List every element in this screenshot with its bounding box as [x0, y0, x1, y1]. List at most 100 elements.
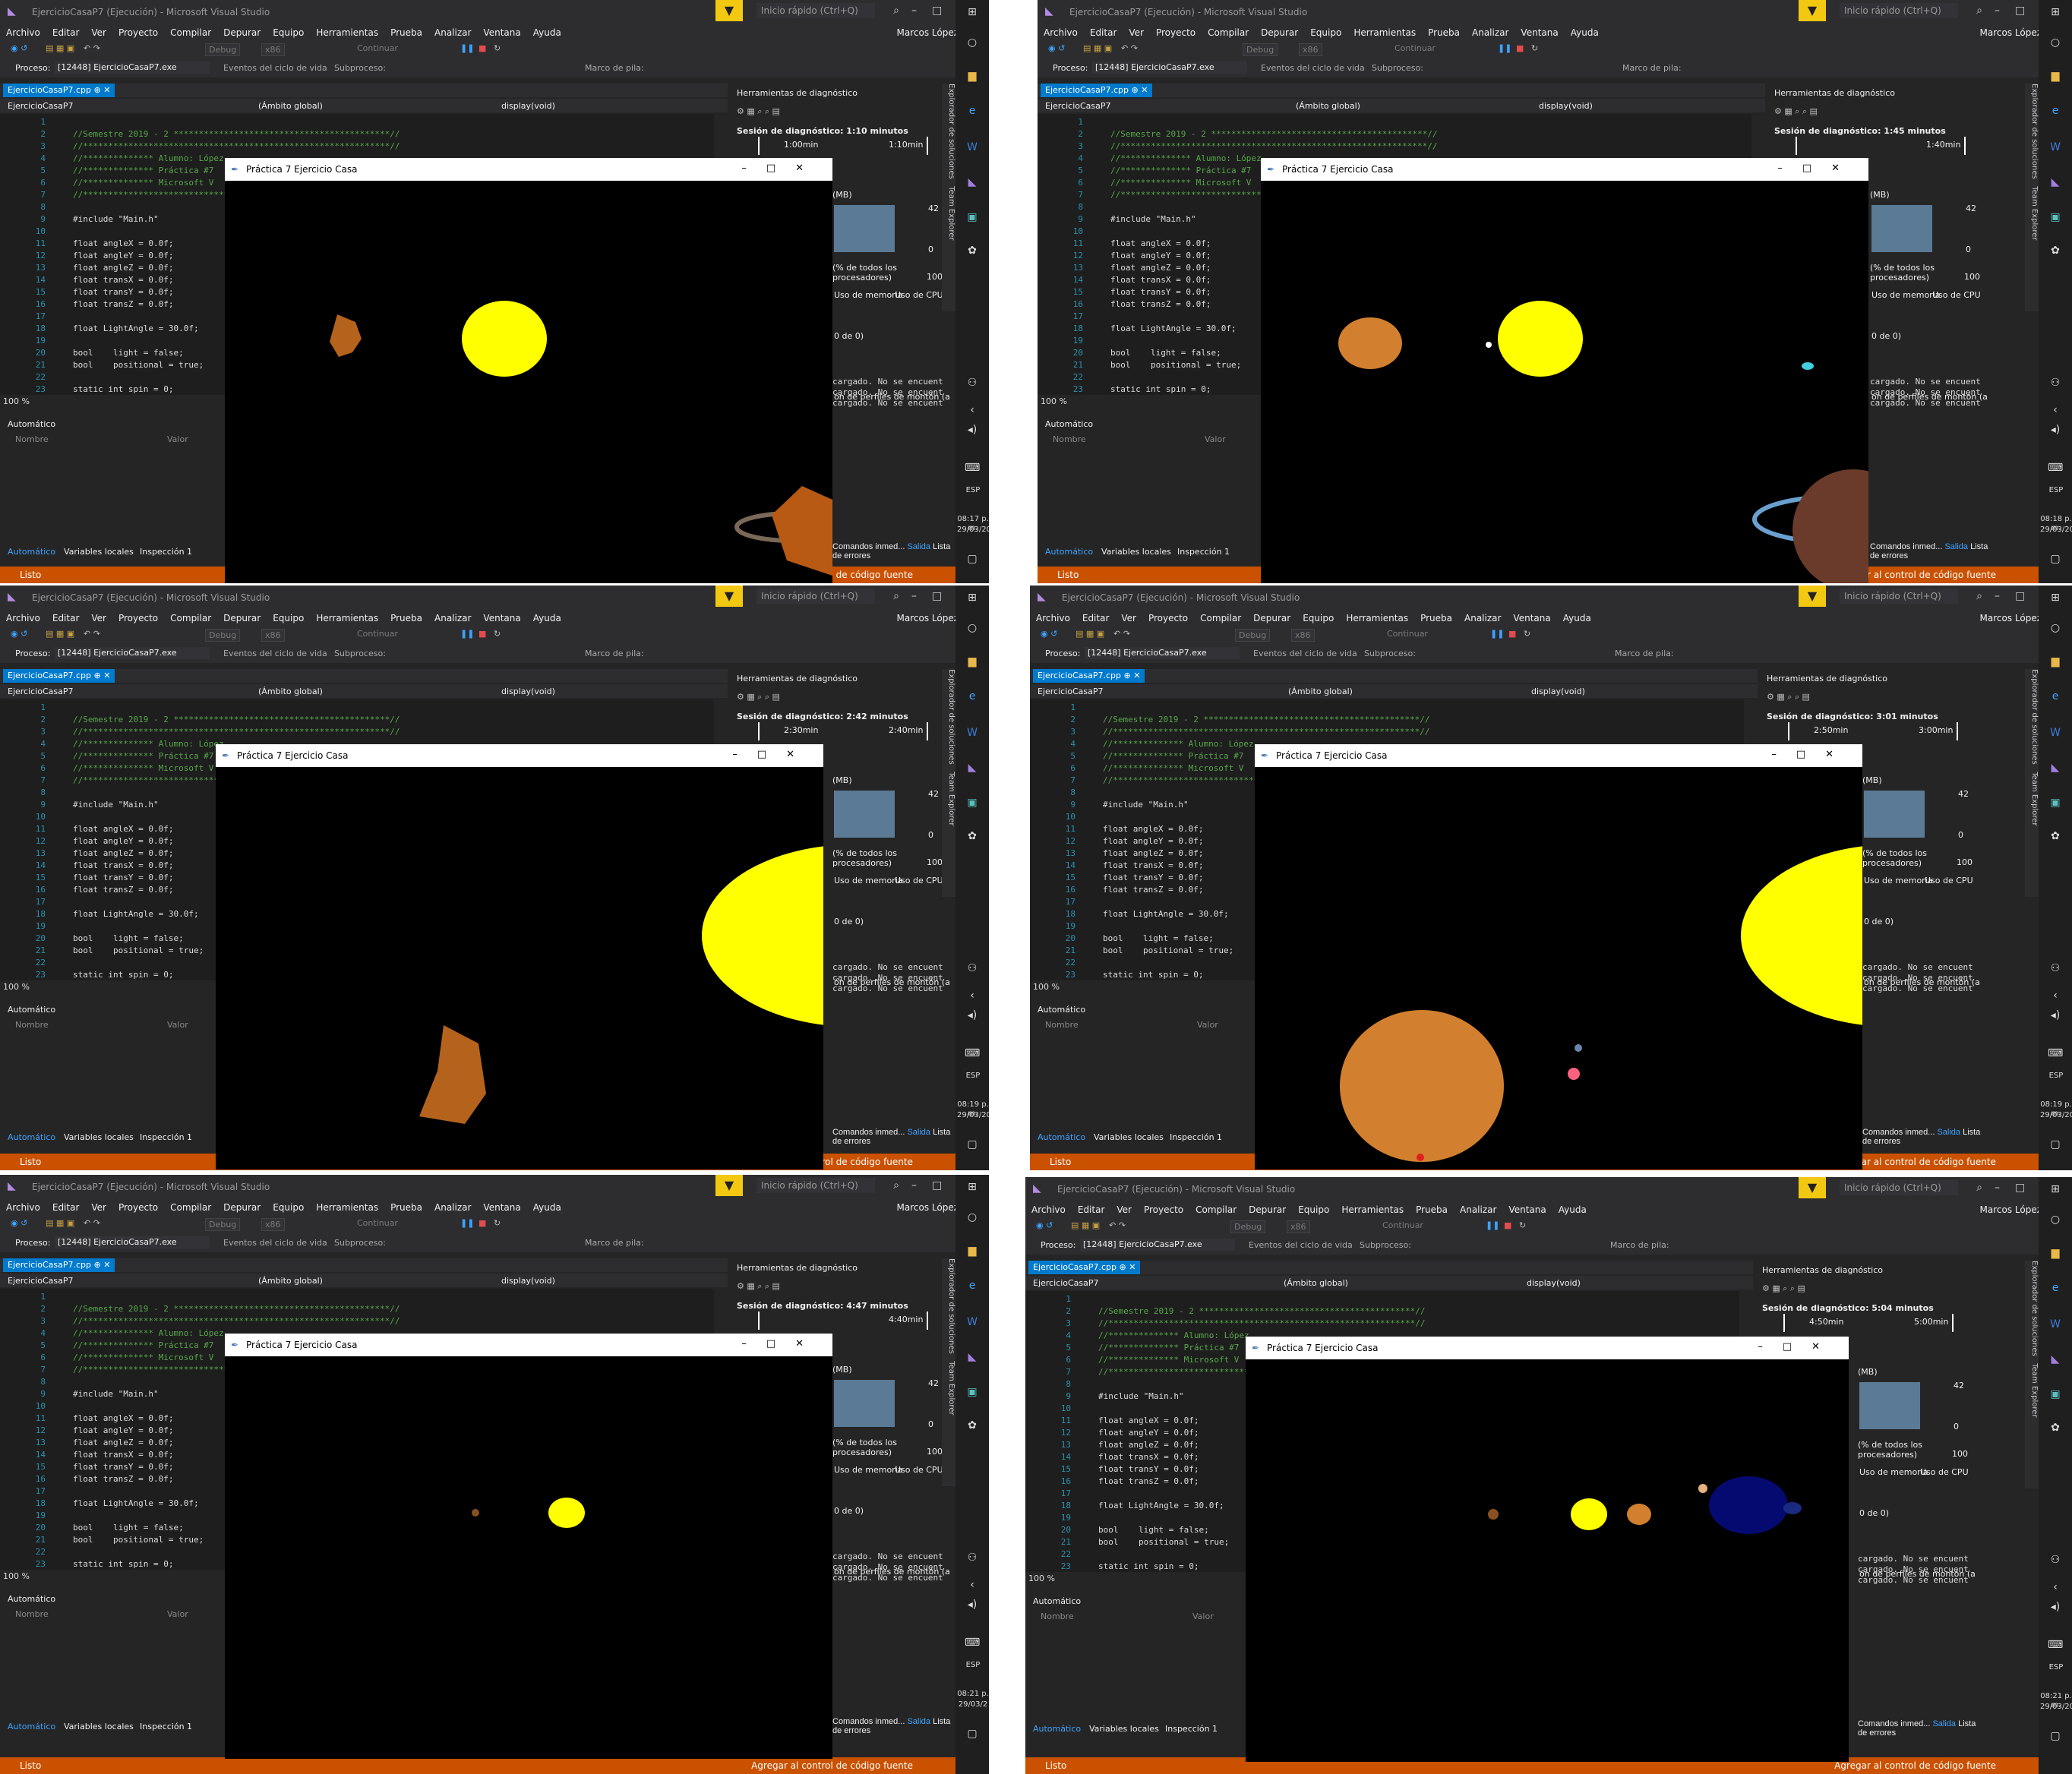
project-dropdown[interactable]: EjercicioCasaP7 — [1045, 101, 1111, 111]
undo-icon[interactable]: ↶ ↷ — [84, 629, 100, 639]
quick-launch-input[interactable]: Inicio rápido (Ctrl+Q) — [1840, 3, 1958, 18]
pause-icon[interactable]: ❚❚ — [1486, 1220, 1499, 1230]
pause-icon[interactable]: ❚❚ — [460, 1218, 474, 1228]
function-dropdown[interactable]: display(void) — [501, 101, 555, 111]
diagnostic-toolbar-icons[interactable]: ⚙ ▦ ⌕ ⌕ ▤ — [737, 106, 780, 117]
open-file-icon[interactable]: ▤ ▦ ▣ — [1071, 1220, 1100, 1230]
tab-immediate[interactable]: Comandos inmed... — [1862, 1128, 1935, 1137]
code-line[interactable]: float angleZ = 0.0f; — [1110, 263, 1211, 273]
word-icon[interactable]: W — [2048, 725, 2063, 740]
code-line[interactable]: //************** Práctica #7 — [1110, 166, 1251, 175]
code-line[interactable]: static int spin = 0; — [73, 1559, 173, 1569]
menu-item[interactable]: Compilar — [164, 24, 217, 41]
menu-item[interactable]: Ayuda — [1552, 1201, 1593, 1218]
edge-icon[interactable]: e — [2048, 689, 2063, 704]
open-file-icon[interactable]: ▤ ▦ ▣ — [46, 629, 74, 639]
source-control-button[interactable]: Agregar al control de código fuente — [1834, 1760, 1996, 1771]
user-name[interactable]: Marcos López — [1980, 27, 2042, 38]
lifecycle-events-dropdown[interactable]: Eventos del ciclo de vida — [1261, 63, 1365, 73]
opengl-window[interactable]: ✒ Práctica 7 Ejercicio Casa –□✕ — [216, 744, 823, 1170]
project-dropdown[interactable]: EjercicioCasaP7 — [1033, 1278, 1099, 1288]
lifecycle-events-dropdown[interactable]: Eventos del ciclo de vida — [223, 649, 327, 658]
menu-item[interactable]: Prueba — [384, 610, 428, 627]
code-line[interactable]: #include "Main.h" — [1103, 800, 1189, 810]
undo-icon[interactable]: ↶ ↷ — [84, 43, 100, 53]
keyboard-icon[interactable]: ⌨ — [2048, 1046, 2063, 1061]
volume-icon[interactable]: ◂) — [965, 1008, 980, 1023]
continue-button[interactable]: Continuar — [1382, 1220, 1423, 1230]
language-indicator[interactable]: ESP — [957, 486, 989, 495]
windows-start-icon[interactable]: ⊞ — [965, 590, 980, 605]
code-line[interactable]: //************** Microsoft V — [1103, 763, 1243, 773]
code-line[interactable]: //************** Práctica #7 — [1098, 1343, 1239, 1353]
code-line[interactable]: //**************************************… — [1098, 1318, 1425, 1328]
menu-item[interactable]: Proyecto — [1142, 610, 1194, 627]
code-line[interactable]: //**************************************… — [73, 141, 400, 151]
tab-output[interactable]: Salida — [907, 1717, 930, 1726]
code-line[interactable]: //************** Alumno: López — [1098, 1330, 1249, 1340]
code-line[interactable]: bool positional = true; — [1098, 1537, 1229, 1547]
lifecycle-events-dropdown[interactable]: Eventos del ciclo de vida — [1249, 1240, 1353, 1250]
project-dropdown[interactable]: EjercicioCasaP7 — [8, 687, 74, 696]
code-line[interactable]: //Semestre 2019 - 2 ********************… — [73, 1304, 400, 1314]
column-header-name[interactable]: Nombre — [1045, 1020, 1079, 1030]
diagnostic-toolbar-icons[interactable]: ⚙ ▦ ⌕ ⌕ ▤ — [1762, 1283, 1805, 1294]
code-line[interactable]: float angleZ = 0.0f; — [1098, 1440, 1199, 1450]
menu-item[interactable]: Depurar — [217, 610, 267, 627]
column-header-name[interactable]: Nombre — [15, 434, 49, 444]
code-line[interactable]: //**************************************… — [1110, 141, 1437, 151]
code-line[interactable]: #include "Main.h" — [73, 1389, 159, 1399]
close-icon[interactable]: ✕ — [103, 85, 110, 95]
code-line[interactable]: bool light = false; — [1098, 1525, 1209, 1535]
window-controls[interactable]: –□✕ — [741, 1338, 823, 1349]
project-dropdown[interactable]: EjercicioCasaP7 — [1038, 687, 1104, 696]
windows-start-icon[interactable]: ⊞ — [2048, 1182, 2063, 1197]
menu-item[interactable]: Ventana — [477, 1199, 526, 1216]
pin-icon[interactable]: ⊕ — [1132, 85, 1139, 95]
tab-locals[interactable]: Variables locales — [64, 547, 134, 557]
scope-dropdown[interactable]: (Ámbito global) — [1288, 687, 1353, 696]
tab-watch[interactable]: Inspección 1 — [140, 1132, 192, 1142]
continue-button[interactable]: Continuar — [1387, 629, 1428, 639]
code-line[interactable]: float angleZ = 0.0f; — [73, 848, 173, 858]
menu-item[interactable]: Compilar — [1202, 24, 1255, 41]
paint-icon[interactable]: ✿ — [965, 829, 980, 844]
people-icon[interactable]: ⚇ — [965, 375, 980, 390]
cortana-icon[interactable]: ○ — [2048, 620, 2063, 636]
file-tab[interactable]: EjercicioCasaP7.cpp ⊕ ✕ — [1033, 669, 1145, 683]
tab-autos[interactable]: Automático — [1045, 547, 1093, 557]
code-line[interactable]: float LightAngle = 30.0f; — [73, 324, 199, 333]
file-explorer-icon[interactable]: ▆ — [2048, 654, 2063, 669]
restart-icon[interactable]: ↻ — [494, 629, 501, 639]
tray-chevron-icon[interactable]: ‹ — [2048, 402, 2063, 418]
menu-item[interactable]: Ayuda — [1565, 24, 1605, 41]
config-dropdown[interactable]: Debug — [205, 629, 241, 642]
keyboard-icon[interactable]: ⌨ — [965, 1635, 980, 1650]
quick-launch-input[interactable]: Inicio rápido (Ctrl+Q) — [756, 1178, 875, 1193]
code-line[interactable]: float LightAngle = 30.0f; — [1103, 909, 1229, 919]
tray-chevron-icon[interactable]: ‹ — [2048, 1580, 2063, 1595]
menu-item[interactable]: Analizar — [1458, 610, 1507, 627]
column-header-value[interactable]: Valor — [167, 1020, 188, 1030]
code-line[interactable]: //Semestre 2019 - 2 ********************… — [1110, 129, 1437, 139]
edge-icon[interactable]: e — [965, 1278, 980, 1293]
project-dropdown[interactable]: EjercicioCasaP7 — [8, 1276, 74, 1286]
restart-icon[interactable]: ↻ — [1531, 43, 1538, 53]
notifications-icon[interactable]: ▢ — [2048, 551, 2063, 567]
word-icon[interactable]: W — [965, 725, 980, 740]
column-header-name[interactable]: Nombre — [15, 1609, 49, 1619]
tab-memory-usage[interactable]: Uso de memoria — [1864, 876, 1933, 885]
file-explorer-icon[interactable]: ▆ — [965, 1243, 980, 1258]
user-name[interactable]: Marcos López — [1980, 613, 2042, 623]
column-header-value[interactable]: Valor — [1197, 1020, 1218, 1030]
opengl-window[interactable]: ✒ Práctica 7 Ejercicio Casa –□✕ — [1261, 158, 1868, 583]
menu-item[interactable]: Proyecto — [112, 24, 164, 41]
menu-item[interactable]: Ayuda — [527, 610, 567, 627]
opengl-window[interactable]: ✒ Práctica 7 Ejercicio Casa –□✕ — [225, 1334, 832, 1759]
code-line[interactable]: float transZ = 0.0f; — [1098, 1476, 1199, 1486]
scope-dropdown[interactable]: (Ámbito global) — [1296, 101, 1360, 111]
visual-studio-icon[interactable]: ◣ — [2048, 760, 2063, 775]
tab-locals[interactable]: Variables locales — [1094, 1132, 1164, 1142]
tab-memory-usage[interactable]: Uso de memoria — [834, 290, 903, 300]
code-line[interactable]: float transY = 0.0f; — [73, 873, 173, 882]
